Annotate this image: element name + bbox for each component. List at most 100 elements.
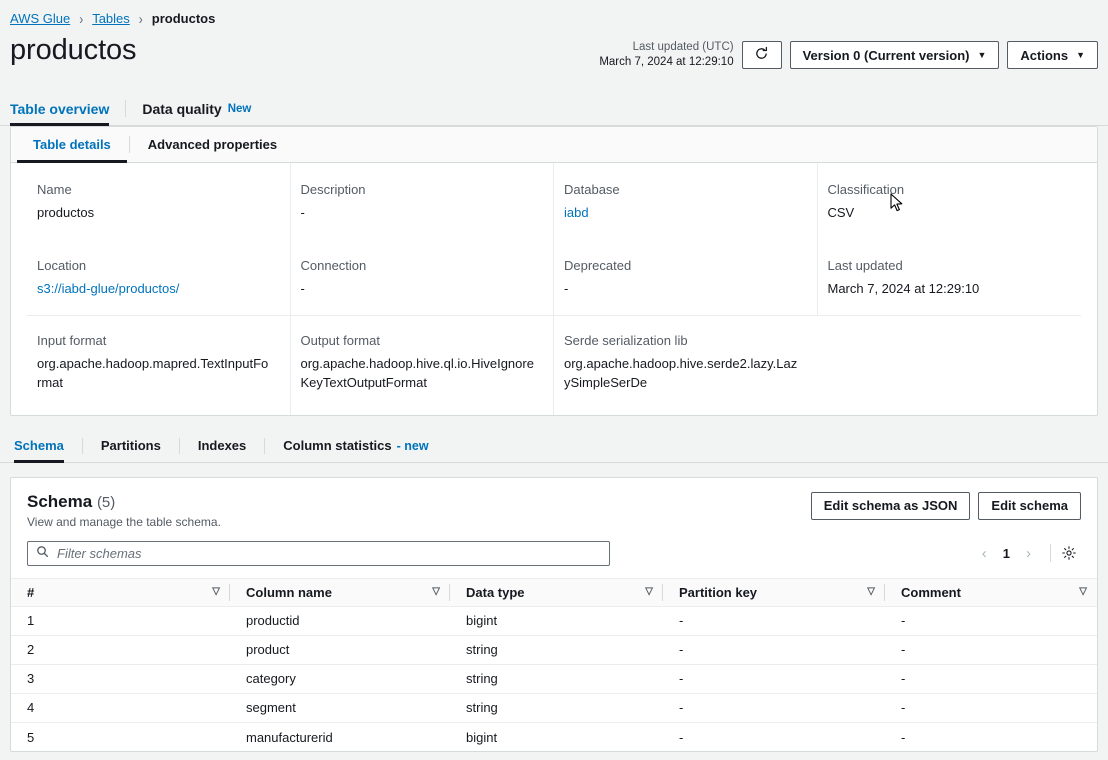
- detail-label: Input format: [37, 333, 107, 349]
- cell-comment: -: [885, 693, 1097, 723]
- next-page-icon[interactable]: ›: [1017, 545, 1040, 562]
- actions-button-label: Actions: [1020, 47, 1069, 63]
- detail-value: iabd: [564, 204, 799, 223]
- breadcrumb-item-tables[interactable]: Tables: [92, 11, 130, 26]
- detail-field-input-format: Input format org.apache.hadoop.mapred.Te…: [27, 316, 291, 415]
- version-select[interactable]: Version 0 (Current version) ▼: [789, 41, 1000, 70]
- cell-comment: -: [885, 606, 1097, 636]
- top-tabs: Table overview Data quality New: [0, 92, 1108, 126]
- breadcrumb-separator-icon: ›: [79, 9, 84, 28]
- sort-icon[interactable]: ▽: [1079, 587, 1087, 597]
- pagination: ‹ 1 ›: [973, 544, 1081, 563]
- schema-card: Schema (5) View and manage the table sch…: [10, 476, 1098, 753]
- page-title: productos: [10, 34, 137, 66]
- tab-indexes[interactable]: Indexes: [180, 430, 264, 462]
- column-header-data-type[interactable]: Data type ▽: [450, 577, 663, 607]
- chevron-down-icon: ▼: [977, 49, 987, 60]
- cell-column-name: category: [230, 664, 450, 694]
- tab-partitions-label: Partitions: [100, 438, 161, 454]
- detail-value: -: [300, 281, 305, 297]
- page-number[interactable]: 1: [998, 546, 1015, 561]
- cell-number: 4: [11, 693, 230, 723]
- column-header-column-name[interactable]: Column name ▽: [230, 577, 450, 607]
- detail-value: s3://iabd-glue/productos/: [37, 280, 272, 299]
- sort-icon[interactable]: ▽: [867, 587, 875, 597]
- tab-table-overview[interactable]: Table overview: [10, 92, 125, 126]
- column-header-partition-key[interactable]: Partition key ▽: [663, 577, 885, 607]
- cell-number: 2: [11, 635, 230, 665]
- detail-field-deprecated: Deprecated -: [554, 239, 818, 316]
- tab-schema-label: Schema: [14, 438, 64, 454]
- pagination-divider: [1050, 544, 1051, 563]
- schema-title: Schema (5): [27, 492, 221, 512]
- cell-number: 1: [11, 606, 230, 636]
- sort-icon[interactable]: ▽: [432, 587, 440, 597]
- detail-value: -: [564, 281, 569, 297]
- cell-comment: -: [885, 664, 1097, 694]
- detail-value: org.apache.hadoop.hive.ql.io.HiveIgnoreK…: [300, 356, 534, 391]
- column-header-number[interactable]: # ▽: [11, 577, 230, 607]
- detail-field-description: Description -: [291, 163, 554, 240]
- tab-column-statistics-label: Column statistics: [283, 438, 392, 454]
- schema-action-buttons: Edit schema as JSON Edit schema: [810, 491, 1081, 520]
- cell-partition-key: -: [679, 729, 684, 745]
- table-header-row: # ▽ Column name ▽ Data type ▽ Partition …: [11, 577, 1097, 607]
- tab-data-quality[interactable]: Data quality New: [126, 92, 267, 125]
- actions-button[interactable]: Actions ▼: [1007, 41, 1098, 70]
- column-header-label: Column name: [246, 584, 332, 600]
- refresh-button[interactable]: [741, 41, 782, 70]
- last-updated-info: Last updated (UTC) March 7, 2024 at 12:2…: [599, 40, 733, 70]
- cell-column-name: product: [230, 635, 450, 665]
- tab-advanced-properties-label: Advanced properties: [147, 137, 278, 152]
- detail-label: Last updated: [827, 258, 903, 274]
- detail-label: Output format: [300, 333, 380, 349]
- cell-comment: -: [885, 635, 1097, 665]
- column-header-label: #: [27, 584, 35, 600]
- edit-schema-button[interactable]: Edit schema: [978, 491, 1081, 520]
- previous-page-icon[interactable]: ‹: [973, 545, 996, 562]
- new-badge: - new: [396, 438, 429, 453]
- breadcrumb-item-aws-glue[interactable]: AWS Glue: [10, 11, 70, 26]
- detail-field-classification: Classification CSV: [818, 163, 1082, 239]
- schema-subtitle: View and manage the table schema.: [27, 514, 221, 529]
- search-input[interactable]: Filter schemas: [27, 540, 610, 566]
- refresh-icon: [754, 46, 769, 64]
- column-header-comment[interactable]: Comment ▽: [885, 577, 1097, 607]
- detail-label: Serde serialization lib: [564, 333, 688, 349]
- location-link[interactable]: s3://iabd-glue/productos/: [37, 281, 179, 296]
- tab-advanced-properties[interactable]: Advanced properties: [130, 127, 295, 162]
- detail-field-name: Name productos: [27, 163, 291, 240]
- tab-column-statistics[interactable]: Column statistics - new: [265, 430, 446, 462]
- details-card-tabs: Table details Advanced properties: [11, 127, 1097, 163]
- tab-partitions[interactable]: Partitions: [83, 430, 179, 462]
- detail-field-empty: [818, 316, 1082, 415]
- tab-schema[interactable]: Schema: [10, 430, 82, 463]
- table-row: 4 segment string - -: [11, 693, 1097, 723]
- tab-table-details[interactable]: Table details: [15, 127, 129, 163]
- cell-partition-key: -: [663, 664, 885, 694]
- cell-partition-key: -: [663, 693, 885, 723]
- tab-table-details-label: Table details: [33, 137, 111, 152]
- detail-value: org.apache.hadoop.hive.serde2.lazy.LazyS…: [564, 356, 798, 391]
- gear-icon[interactable]: [1061, 545, 1081, 561]
- edit-schema-as-json-button[interactable]: Edit schema as JSON: [810, 491, 971, 520]
- database-link[interactable]: iabd: [564, 205, 589, 220]
- last-updated-label: Last updated (UTC): [632, 41, 734, 53]
- detail-field-serde-lib: Serde serialization lib org.apache.hadoo…: [554, 316, 818, 415]
- cell-column-name: manufacturerid: [246, 729, 333, 745]
- cell-number: 3: [11, 664, 230, 694]
- detail-field-output-format: Output format org.apache.hadoop.hive.ql.…: [291, 316, 554, 415]
- sort-icon[interactable]: ▽: [212, 587, 220, 597]
- breadcrumb-item-current: productos: [151, 11, 216, 26]
- schema-filter-row: Filter schemas ‹ 1 ›: [11, 529, 1097, 578]
- detail-field-database: Database iabd: [554, 163, 818, 240]
- new-badge: New: [227, 102, 252, 115]
- detail-value: productos: [37, 205, 95, 221]
- detail-value: March 7, 2024 at 12:29:10: [827, 281, 980, 297]
- detail-label: Name: [37, 182, 72, 197]
- detail-label: Classification: [827, 182, 905, 197]
- schema-header: Schema (5) View and manage the table sch…: [11, 478, 1097, 529]
- schema-table-body: 1 productid bigint - - 2 product string …: [11, 606, 1097, 751]
- sort-icon[interactable]: ▽: [645, 587, 653, 597]
- column-header-label: Partition key: [679, 584, 758, 600]
